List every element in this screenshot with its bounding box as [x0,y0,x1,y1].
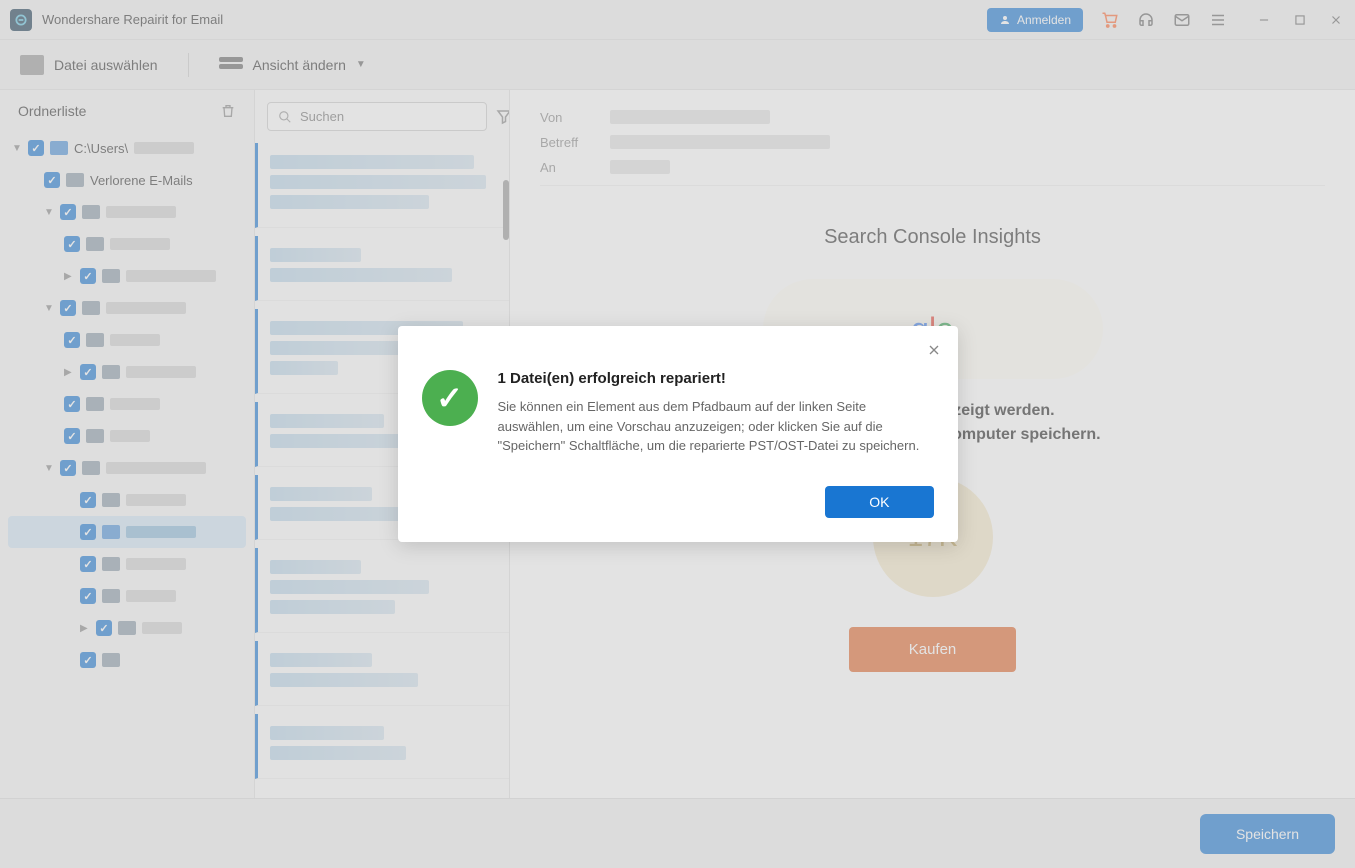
success-modal: 1 Datei(en) erfolgreich repariert! Sie k… [398,326,958,542]
ok-button[interactable]: OK [825,486,933,518]
modal-title: 1 Datei(en) erfolgreich repariert! [498,370,934,387]
modal-body-text: Sie können ein Element aus dem Pfadbaum … [498,397,934,456]
close-icon [926,342,942,358]
success-check-icon [422,370,478,426]
modal-close-button[interactable] [926,342,942,358]
modal-overlay: 1 Datei(en) erfolgreich repariert! Sie k… [0,0,1355,868]
